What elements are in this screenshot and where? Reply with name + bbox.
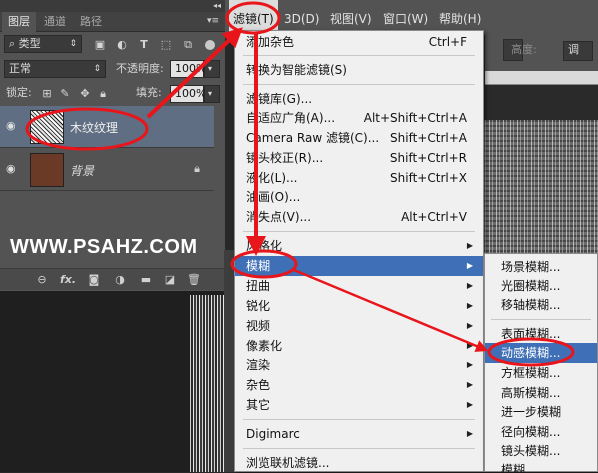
- submenu-item-box-blur[interactable]: 方框模糊...: [485, 363, 597, 383]
- adjustment-icon[interactable]: ◑: [112, 272, 128, 288]
- menu-item-noise[interactable]: 杂色 ▶: [235, 375, 483, 395]
- menu-item-oil-paint[interactable]: 油画(O)...: [235, 187, 483, 207]
- menu-item-lens-correction[interactable]: 镜头校正(R)... Shift+Ctrl+R: [235, 148, 483, 168]
- eye-icon[interactable]: ◉: [6, 163, 20, 175]
- menu-separator: [243, 448, 475, 449]
- panel-tabs: 图层 通道 路径 ▾≡: [0, 12, 225, 32]
- menu-separator: [243, 84, 475, 85]
- new-layer-icon[interactable]: ◪: [162, 272, 178, 288]
- opacity-label: 不透明度:: [116, 62, 164, 75]
- tab-paths[interactable]: 路径: [74, 12, 108, 32]
- link-icon[interactable]: ⊖: [34, 272, 50, 288]
- submenu-item-gaussian-blur[interactable]: 高斯模糊...: [485, 383, 597, 403]
- horizontal-ruler: [485, 71, 598, 85]
- menu-item-sharpen[interactable]: 锐化 ▶: [235, 296, 483, 316]
- adjustment-filter-icon[interactable]: ◐: [115, 38, 129, 52]
- menu-item-distort[interactable]: 扭曲 ▶: [235, 276, 483, 296]
- lock-row: 锁定: ⊞ ✎ ✥ 🔒︎ 填充: 100% ▾: [0, 82, 225, 104]
- submenu-item-tilt-shift[interactable]: 移轴模糊...: [485, 295, 597, 315]
- blend-mode-value: 正常: [9, 62, 31, 75]
- menu-separator: [243, 55, 475, 56]
- collapse-panel-icon[interactable]: ◂◂: [213, 0, 221, 12]
- panel-top-bar: ◂◂: [0, 0, 225, 12]
- blend-mode-select[interactable]: 正常 ⇕: [4, 60, 106, 78]
- chevron-updown-icon: ⇕: [93, 64, 101, 74]
- fill-dropdown-icon[interactable]: ▾: [204, 85, 220, 103]
- lock-transparent-icon[interactable]: ⊞: [40, 87, 54, 101]
- filter-kind-select[interactable]: ⌕ 类型 ⇕: [4, 35, 82, 53]
- tab-layers[interactable]: 图层: [2, 12, 36, 32]
- submenu-item-blur[interactable]: 模糊: [485, 460, 597, 472]
- menu-item-vanishing-point[interactable]: 消失点(V)... Alt+Ctrl+V: [235, 207, 483, 227]
- shape-filter-icon[interactable]: ⬚: [159, 38, 173, 52]
- watermark-text: WWW.PSAHZ.COM: [10, 236, 198, 258]
- fx-icon[interactable]: fx.: [60, 272, 76, 288]
- submenu-item-blur-more[interactable]: 进一步模糊: [485, 402, 597, 422]
- menu-item-filter-gallery[interactable]: 滤镜库(G)...: [235, 89, 483, 109]
- menu-item-add-noise[interactable]: 添加杂色 Ctrl+F: [235, 32, 483, 52]
- layer-thumbnail: [30, 153, 64, 187]
- menu-separator: [243, 419, 475, 420]
- lock-brush-icon[interactable]: ✎: [58, 87, 72, 101]
- menu-item-digimarc[interactable]: Digimarc ▶: [235, 424, 483, 444]
- blur-submenu: 场景模糊... 光圈模糊... 移轴模糊... 表面模糊... 动感模糊... …: [484, 253, 598, 472]
- tab-channels[interactable]: 通道: [38, 12, 72, 32]
- lock-label: 锁定:: [6, 86, 32, 99]
- submenu-item-surface-blur[interactable]: 表面模糊...: [485, 324, 597, 344]
- menu-item-adaptive-wide-angle[interactable]: 自适应广角(A)... Alt+Shift+Ctrl+A: [235, 108, 483, 128]
- blend-row: 正常 ⇕ 不透明度: 100% ▾: [0, 58, 225, 80]
- submenu-item-field-blur[interactable]: 场景模糊...: [485, 257, 597, 277]
- fill-label: 填充:: [136, 86, 162, 99]
- submenu-item-iris-blur[interactable]: 光圈模糊...: [485, 276, 597, 296]
- menu-item-pixelate[interactable]: 像素化 ▶: [235, 336, 483, 356]
- options-bar: 高度: 调: [485, 35, 598, 71]
- menu-item-liquify[interactable]: 液化(L)... Shift+Ctrl+X: [235, 168, 483, 188]
- document-edge: [224, 250, 234, 472]
- filter-kind-value: 类型: [18, 37, 41, 50]
- search-icon: ⌕: [9, 37, 19, 50]
- lock-icon: 🔒︎: [194, 162, 200, 175]
- menu-item-browse-online[interactable]: 浏览联机滤镜...: [235, 453, 483, 473]
- menu-item-video[interactable]: 视频 ▶: [235, 316, 483, 336]
- lock-all-icon[interactable]: 🔒︎: [96, 87, 110, 101]
- opacity-input[interactable]: 100%: [170, 60, 206, 78]
- fill-input[interactable]: 100%: [170, 85, 206, 103]
- opacity-dropdown-icon[interactable]: ▾: [204, 60, 220, 78]
- layer-name[interactable]: 背景: [70, 162, 94, 179]
- menu-separator: [491, 319, 591, 320]
- submenu-item-radial-blur[interactable]: 径向模糊...: [485, 422, 597, 442]
- chevron-updown-icon: ⇕: [69, 39, 77, 49]
- panel-menu-icon[interactable]: ▾≡: [207, 15, 221, 27]
- adjust-button[interactable]: 调: [563, 41, 593, 61]
- menu-item-render[interactable]: 渲染 ▶: [235, 355, 483, 375]
- menu-item-camera-raw[interactable]: Camera Raw 滤镜(C)... Shift+Ctrl+A: [235, 128, 483, 148]
- type-filter-icon[interactable]: T: [137, 38, 151, 52]
- layer-name[interactable]: 木纹纹理: [70, 119, 118, 136]
- submenu-item-lens-blur[interactable]: 镜头模糊...: [485, 441, 597, 461]
- submenu-item-motion-blur[interactable]: 动感模糊...: [485, 343, 597, 363]
- menu-separator: [243, 231, 475, 232]
- trash-icon[interactable]: 🗑︎: [186, 272, 202, 288]
- layers-footer: ⊖ fx. ◙ ◑ ▬ ◪ 🗑︎: [0, 268, 225, 290]
- menu-item-convert-smart-filter[interactable]: 转换为智能滤镜(S): [235, 60, 483, 80]
- height-label: 高度:: [511, 43, 537, 56]
- mask-icon[interactable]: ◙: [86, 272, 102, 288]
- smart-object-filter-icon[interactable]: ⧉: [181, 38, 195, 52]
- menu-item-stylize[interactable]: 风格化 ▶: [235, 236, 483, 256]
- menu-item-other[interactable]: 其它 ▶: [235, 395, 483, 415]
- filter-dropdown-menu: 添加杂色 Ctrl+F 转换为智能滤镜(S) 滤镜库(G)... 自适应广角(A)…: [234, 30, 484, 472]
- group-folder-icon[interactable]: ▬: [138, 272, 154, 288]
- eye-icon[interactable]: ◉: [6, 120, 20, 132]
- image-filter-icon[interactable]: ▣: [93, 38, 107, 52]
- layer-thumbnail: [30, 110, 64, 144]
- layer-filter-row: ⌕ 类型 ⇕ ▣ ◐ T ⬚ ⧉: [0, 34, 225, 56]
- lock-position-icon[interactable]: ✥: [78, 87, 92, 101]
- layer-row-wood-texture[interactable]: ◉ 木纹纹理: [0, 106, 214, 148]
- menu-item-blur[interactable]: 模糊 ▶: [235, 256, 483, 276]
- filter-toggle-icon[interactable]: [205, 40, 215, 50]
- layer-row-background[interactable]: ◉ 背景 🔒︎: [0, 149, 214, 191]
